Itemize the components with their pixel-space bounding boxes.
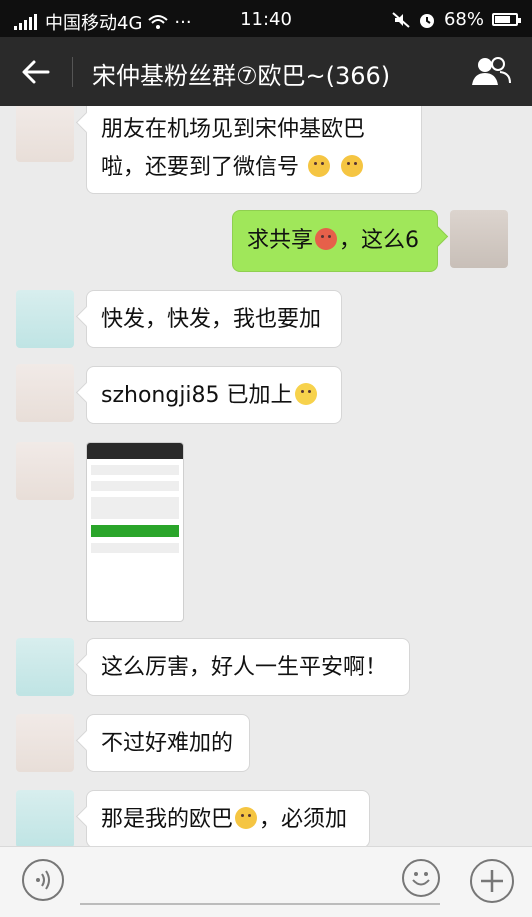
more-actions-plus-icon[interactable] — [470, 859, 514, 903]
message-text: 这么厉害，好人一生平安啊！ — [101, 655, 388, 680]
message-line: 啦，还要到了微信号 — [101, 155, 300, 180]
sender-avatar[interactable] — [16, 364, 74, 422]
message-list[interactable]: 朋友在机场见到宋仲基欧巴 啦，还要到了微信号 求共享 ，这么6 快发，快发，我也要… — [0, 106, 532, 846]
message-line-2: 啦，还要到了微信号 — [101, 149, 407, 187]
plus-icon — [481, 870, 503, 892]
message-bubble[interactable]: 朋友在机场见到宋仲基欧巴 啦，还要到了微信号 — [86, 106, 422, 194]
message-text: szhongji85 已加上 — [101, 383, 293, 408]
thumbnail-titlebar — [87, 443, 183, 459]
message-bubble[interactable]: 快发，快发，我也要加 — [86, 290, 342, 348]
back-arrow-icon[interactable] — [18, 54, 54, 90]
emoji-icon — [315, 228, 338, 250]
message-input[interactable] — [80, 903, 440, 905]
emoji-picker-icon[interactable] — [402, 859, 440, 897]
battery-icon — [492, 13, 521, 26]
sender-avatar[interactable] — [16, 714, 74, 772]
header-divider — [72, 57, 73, 87]
sender-avatar[interactable] — [16, 290, 74, 348]
message-bubble[interactable]: 不过好难加的 — [86, 714, 250, 772]
thumbnail-row — [91, 543, 179, 553]
sender-avatar[interactable] — [16, 790, 74, 846]
smiley-icon — [412, 872, 430, 886]
thumbnail-row — [91, 465, 179, 475]
emoji-icon — [308, 155, 331, 177]
message-text: 那是我的欧巴 — [101, 807, 234, 832]
emoji-icon — [341, 155, 364, 177]
sender-avatar[interactable] — [16, 106, 74, 162]
group-members-icon[interactable] — [470, 55, 512, 87]
status-bar: 中国移动4G ··· 11:40 68% — [0, 0, 532, 37]
mute-icon — [392, 11, 410, 28]
image-message-thumbnail[interactable] — [86, 442, 184, 622]
battery-percent: 68% — [443, 9, 484, 30]
message-text: ，必须加 — [259, 807, 348, 832]
message-text: 快发，快发，我也要加 — [101, 307, 322, 332]
message-line: 朋友在机场见到宋仲基欧巴 — [101, 117, 366, 142]
input-bar — [0, 846, 532, 917]
emoji-icon — [235, 807, 258, 829]
voice-input-icon[interactable] — [22, 859, 64, 901]
message-bubble[interactable]: 这么厉害，好人一生平安啊！ — [86, 638, 410, 696]
sender-avatar[interactable] — [16, 638, 74, 696]
sender-avatar[interactable] — [16, 442, 74, 500]
chat-header: 宋仲基粉丝群⑦欧巴~(366) — [0, 37, 532, 106]
message-bubble[interactable]: szhongji85 已加上 — [86, 366, 342, 424]
thumbnail-row — [91, 497, 179, 519]
thumbnail-button — [91, 525, 179, 537]
message-text: 不过好难加的 — [101, 731, 234, 756]
message-text: ，这么6 — [339, 228, 420, 253]
thumbnail-row — [91, 481, 179, 491]
message-text: 求共享 — [247, 228, 314, 253]
status-right: 68% — [392, 9, 521, 30]
own-avatar[interactable] — [450, 210, 508, 268]
smile-emoji-icon — [294, 383, 317, 405]
voice-waves-icon — [36, 870, 50, 890]
alarm-icon — [419, 13, 434, 28]
own-message-bubble[interactable]: 求共享 ，这么6 — [232, 210, 438, 272]
group-title: 宋仲基粉丝群⑦欧巴~(366) — [92, 62, 391, 90]
message-bubble[interactable]: 那是我的欧巴 ，必须加 — [86, 790, 370, 846]
